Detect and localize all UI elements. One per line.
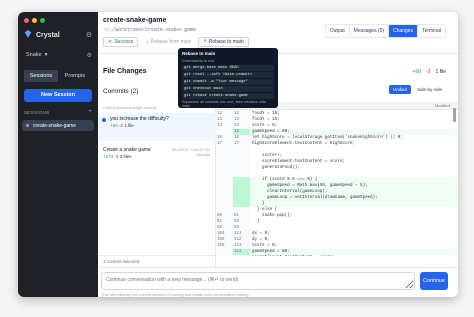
app-window: Crystal ⚙ Snake ▾ ⚙ Sessions Prompts New… bbox=[18, 12, 458, 297]
view-tabs: Output Messages (0) Changes Terminal bbox=[324, 24, 446, 38]
commit-additions: +273 bbox=[103, 154, 114, 159]
tab-output[interactable]: Output bbox=[326, 25, 350, 37]
minimize-window-button[interactable] bbox=[32, 18, 37, 23]
rebase-from-label: Rebase from main bbox=[150, 39, 192, 45]
add-session-icon[interactable]: + bbox=[88, 109, 92, 115]
project-selector[interactable]: Snake ▾ bbox=[26, 52, 47, 58]
tooltip-command: git merge-base main HEAD bbox=[182, 65, 274, 71]
rebase-to-main-button[interactable]: ⇡ Rebase to main bbox=[198, 37, 249, 47]
rebase-to-label: Rebase to main bbox=[208, 39, 244, 45]
tooltip-title: Rebase to main bbox=[182, 51, 216, 56]
additions-count: +50 bbox=[412, 69, 421, 75]
tab-changes[interactable]: Changes bbox=[389, 25, 419, 37]
unified-view-button[interactable]: Unified bbox=[388, 85, 411, 94]
tooltip-command: git rebase create-snake-game bbox=[182, 93, 274, 99]
diff-line: 107115scoreElement.textContent = score; bbox=[216, 255, 458, 256]
side-by-side-view-button[interactable]: Side-by-side bbox=[413, 85, 446, 94]
chevron-down-icon: ▾ bbox=[44, 52, 48, 58]
session-header: create-snake-game ~/…/worktrees/create-s… bbox=[98, 12, 458, 54]
commits-title: Commits (2) bbox=[103, 88, 139, 95]
rebase-to-icon: ⇡ bbox=[203, 39, 208, 45]
commit-additions: +50 bbox=[110, 123, 118, 128]
sidebar: Crystal ⚙ Snake ▾ ⚙ Sessions Prompts New… bbox=[18, 12, 98, 297]
commit-files: 3 files bbox=[119, 154, 132, 159]
commit-item[interactable]: you increase the difficulty? +50 -2 1 fi… bbox=[98, 113, 216, 141]
rebase-tooltip: Rebase to main Commands to run: git merg… bbox=[178, 48, 278, 108]
window-controls bbox=[24, 18, 45, 23]
selected-radio-icon bbox=[102, 118, 106, 122]
commit-message: you increase the difficulty? bbox=[110, 116, 169, 122]
deletions-count: -2 bbox=[425, 69, 431, 75]
files-count: 1 file bbox=[435, 69, 446, 75]
commit-item[interactable]: Create a snake game 8/10/2025, 3:38:33 P… bbox=[98, 144, 216, 164]
commits-hint: Click to select a single commit bbox=[103, 105, 157, 110]
project-name: Snake bbox=[26, 52, 42, 58]
file-status: Modified bbox=[434, 103, 450, 108]
new-line-number: 115 bbox=[233, 255, 250, 256]
diff-lines: 12 12 foodY = 15; 13 13 foodY = 15; 14 14 score … bbox=[216, 111, 458, 256]
chat-footnote: This will interrupt the current session … bbox=[101, 292, 250, 297]
commit-files: 1 file bbox=[124, 123, 134, 128]
tab-terminal[interactable]: Terminal bbox=[418, 25, 445, 37]
rebase-from-main-button[interactable]: ⇣ Rebase from main bbox=[141, 37, 195, 47]
tab-prompts[interactable]: Prompts bbox=[58, 70, 92, 82]
sidebar-tabs: Sessions Prompts bbox=[24, 70, 92, 82]
close-window-button[interactable] bbox=[24, 18, 29, 23]
session-status-icon bbox=[26, 124, 29, 127]
check-icon: ✔ bbox=[108, 39, 113, 45]
tooltip-footer: Squashes all commits into one, then reba… bbox=[182, 100, 267, 108]
tab-messages[interactable]: Messages (0) bbox=[350, 25, 390, 37]
continue-button[interactable]: Continue bbox=[420, 272, 448, 290]
app-brand: Crystal bbox=[24, 30, 60, 40]
sessions-header-label: SESSIONS bbox=[24, 110, 50, 115]
settings-gear-icon[interactable]: ⚙ bbox=[86, 31, 92, 39]
code-text: scoreElement.textContent = score; bbox=[250, 255, 458, 256]
status-badge: ✔ Success bbox=[103, 37, 139, 47]
project-settings-gear-icon[interactable]: ⚙ bbox=[87, 52, 92, 59]
commit-hash: 4f4ca6a bbox=[196, 153, 210, 157]
commit-stats: +50 -2 1 file bbox=[103, 123, 211, 128]
commits-pane: Commits (2) Click to select a single com… bbox=[98, 82, 216, 267]
tab-sessions[interactable]: Sessions bbox=[24, 70, 58, 82]
status-text: Success bbox=[114, 39, 134, 45]
diff-view-toggle: Unified Side-by-side bbox=[388, 85, 446, 94]
sidebar-item-session[interactable]: create-snake-game bbox=[22, 120, 94, 131]
app-name: Crystal bbox=[36, 31, 60, 39]
rebase-from-icon: ⇣ bbox=[145, 39, 150, 45]
chat-input-area: Continue This will interrupt the current… bbox=[98, 267, 458, 297]
commit-deletions: -2 bbox=[118, 123, 123, 128]
tooltip-command: git reset --soft <base-commit> bbox=[182, 72, 274, 78]
diff-pane: Unified Side-by-side Modified 12 12 foodY … bbox=[216, 82, 458, 267]
commit-deletions: -0 bbox=[114, 154, 119, 159]
tooltip-command: git checkout main bbox=[182, 86, 274, 92]
file-changes-heading: File Changes bbox=[103, 68, 147, 75]
sessions-header: SESSIONS + bbox=[24, 109, 92, 115]
new-session-button[interactable]: New Session bbox=[24, 89, 92, 102]
main-panel: create-snake-game ~/…/worktrees/create-s… bbox=[98, 12, 458, 297]
commits-selected-count: 1 commit selected bbox=[98, 255, 216, 267]
tooltip-command: git commit -m "Your message" bbox=[182, 79, 274, 85]
tooltip-subtitle: Commands to run: bbox=[182, 58, 215, 63]
session-name: create-snake-game bbox=[33, 122, 77, 129]
worktree-path: ~/…/worktrees/create-snake-game bbox=[103, 27, 197, 33]
session-title: create-snake-game bbox=[103, 17, 167, 24]
commit-meta: 8/10/2025, 3:38:33 PM 4f4ca6a bbox=[172, 148, 210, 158]
continue-message-input[interactable] bbox=[101, 272, 415, 290]
old-line-number: 107 bbox=[216, 255, 233, 256]
file-changes-stats: +50 -2 1 file bbox=[413, 69, 447, 75]
maximize-window-button[interactable] bbox=[40, 18, 45, 23]
crystal-logo-icon bbox=[24, 30, 32, 40]
diff-scrollbar[interactable] bbox=[453, 108, 456, 122]
